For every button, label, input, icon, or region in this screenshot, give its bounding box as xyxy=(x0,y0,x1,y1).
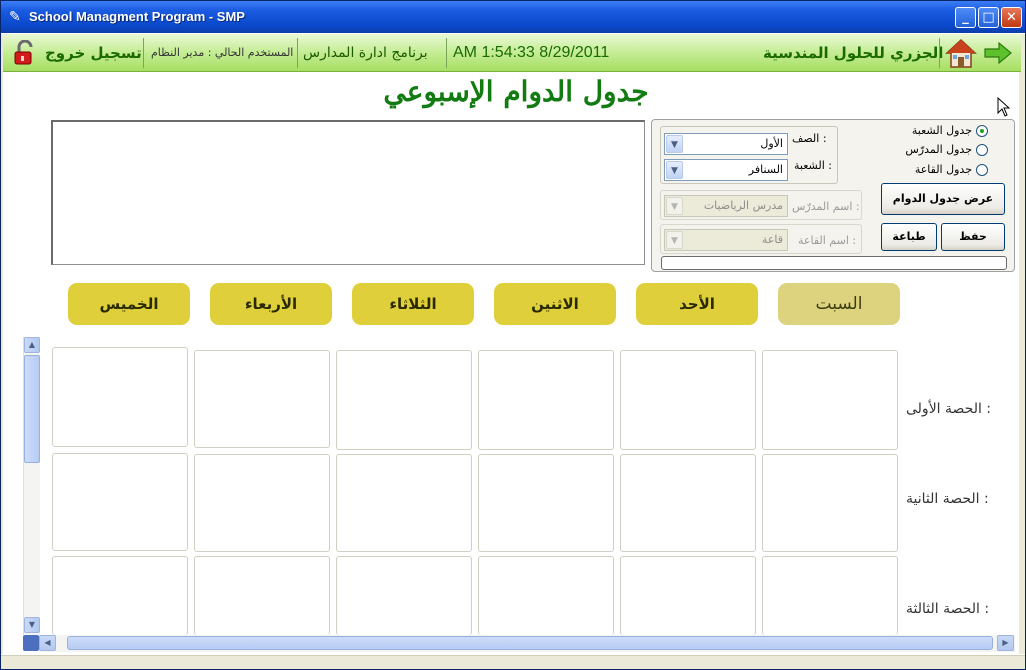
schedule-cell[interactable] xyxy=(762,350,898,450)
scroll-left-icon[interactable]: ◀ xyxy=(39,635,56,651)
show-schedule-button[interactable]: عرض جدول الدوام xyxy=(881,183,1005,215)
header-separator xyxy=(297,38,298,68)
header-separator xyxy=(446,38,447,68)
teacher-label: اسم المدرّس : xyxy=(792,200,860,213)
schedule-cell[interactable] xyxy=(478,350,614,450)
close-button[interactable]: ✕ xyxy=(1001,7,1022,28)
period-label-3: الحصة الثالثة : xyxy=(906,601,990,617)
scroll-right-icon[interactable]: ▶ xyxy=(997,635,1014,651)
horizontal-scroll-thumb[interactable] xyxy=(67,636,993,650)
header-bar: تسجيل خروج المستخدم الحالي : مدير النظام… xyxy=(3,34,1021,72)
schedule-cell[interactable] xyxy=(336,556,472,635)
logout-link[interactable]: تسجيل خروج xyxy=(45,34,142,72)
window-left-border xyxy=(1,34,3,654)
print-button[interactable]: طباعة xyxy=(881,223,937,251)
day-button-wednesday[interactable]: الأربعاء xyxy=(210,283,332,325)
schedule-cell[interactable] xyxy=(52,556,188,635)
program-name: برنامج ادارة المدارس xyxy=(303,45,428,61)
radio-label: جدول المدرّس xyxy=(905,143,972,156)
section-label: الشعبة : xyxy=(794,159,832,172)
radio-button[interactable] xyxy=(976,144,988,156)
company-name: الجزري للحلول المندسية xyxy=(763,44,944,62)
header-separator xyxy=(939,38,940,68)
radio-label: جدول الشعبة xyxy=(911,124,972,137)
grade-label: الصف : xyxy=(792,132,827,145)
maximize-button[interactable]: □ xyxy=(978,7,999,28)
schedule-cell[interactable] xyxy=(762,454,898,552)
day-button-thursday[interactable]: الخميس xyxy=(68,283,190,325)
arrow-right-icon[interactable] xyxy=(983,42,1013,64)
current-user-label: المستخدم الحالي : مدير النظام xyxy=(151,46,294,59)
window-bottom-border xyxy=(1,655,1025,669)
schedule-cell[interactable] xyxy=(336,454,472,552)
horizontal-scrollbar[interactable]: ◀ ▶ xyxy=(39,635,1015,652)
scrollbar-corner xyxy=(23,635,39,651)
radio-teacher-schedule[interactable]: جدول المدرّس xyxy=(904,143,988,157)
schedule-cell[interactable] xyxy=(194,454,330,552)
chevron-down-icon[interactable]: ▼ xyxy=(666,161,683,179)
schedule-cell[interactable] xyxy=(336,350,472,450)
window-title: School Managment Program - SMP xyxy=(29,9,245,24)
section-select[interactable]: ▼ السنافر xyxy=(664,159,788,181)
schedule-cell[interactable] xyxy=(620,454,756,552)
datetime-display: AM 1:54:33 8/29/2011 xyxy=(453,44,610,61)
chevron-down-icon[interactable]: ▼ xyxy=(666,231,683,249)
day-button-sunday[interactable]: الأحد xyxy=(636,283,758,325)
schedule-cell[interactable] xyxy=(194,556,330,635)
radio-checked-dot xyxy=(980,129,984,133)
save-button[interactable]: حفظ xyxy=(941,223,1005,251)
day-button-tuesday[interactable]: الثلاثاء xyxy=(352,283,474,325)
teacher-select[interactable]: ▼ مدرس الرياضيات xyxy=(664,195,788,217)
radio-button[interactable] xyxy=(976,125,988,137)
app-window: ✎ School Managment Program - SMP _ □ ✕ ت… xyxy=(0,0,1026,670)
minimize-button[interactable]: _ xyxy=(955,7,976,28)
schedule-cell[interactable] xyxy=(478,454,614,552)
period-label-2: الحصة الثانية : xyxy=(906,491,989,507)
radio-room-schedule[interactable]: جدول القاعة xyxy=(904,163,988,177)
grade-value: الأول xyxy=(760,137,783,150)
schedule-cell[interactable] xyxy=(52,347,188,447)
room-select[interactable]: ▼ قاعة xyxy=(664,229,788,251)
schedule-options-panel: جدول الشعبة جدول المدرّس جدول القاعة الص… xyxy=(651,119,1015,272)
schedule-cell[interactable] xyxy=(620,350,756,450)
window-right-border xyxy=(1019,34,1025,654)
room-value: قاعة xyxy=(761,233,783,246)
vertical-scroll-thumb[interactable] xyxy=(24,355,40,463)
radio-section-schedule[interactable]: جدول الشعبة xyxy=(904,124,988,138)
day-button-saturday[interactable]: السبت xyxy=(778,283,900,325)
schedule-cell[interactable] xyxy=(478,556,614,635)
schedule-cell[interactable] xyxy=(620,556,756,635)
title-bar[interactable]: ✎ School Managment Program - SMP _ □ ✕ xyxy=(1,1,1025,33)
mouse-cursor-icon xyxy=(997,97,1011,117)
app-icon: ✎ xyxy=(9,9,21,25)
schedule-cell[interactable] xyxy=(52,453,188,551)
chevron-down-icon[interactable]: ▼ xyxy=(666,135,683,153)
teacher-value: مدرس الرياضيات xyxy=(703,199,783,212)
chevron-down-icon[interactable]: ▼ xyxy=(666,197,683,215)
lock-icon[interactable] xyxy=(13,40,37,66)
vertical-scrollbar[interactable]: ▲ ▼ xyxy=(23,337,40,635)
schedule-cell[interactable] xyxy=(194,350,330,448)
period-label-1: الحصة الأولى : xyxy=(906,401,992,417)
scroll-up-icon[interactable]: ▲ xyxy=(24,337,40,353)
schedule-notes-area[interactable] xyxy=(51,120,645,265)
progress-bar xyxy=(661,256,1007,270)
radio-button[interactable] xyxy=(976,164,988,176)
section-value: السنافر xyxy=(748,163,783,176)
schedule-cell[interactable] xyxy=(762,556,898,635)
room-label: اسم القاعة : xyxy=(798,234,857,247)
day-button-monday[interactable]: الاثنين xyxy=(494,283,616,325)
scroll-down-icon[interactable]: ▼ xyxy=(24,617,40,633)
radio-label: جدول القاعة xyxy=(914,163,972,176)
page-title: جدول الدوام الإسبوعي xyxy=(383,75,649,108)
header-separator xyxy=(143,38,144,68)
home-icon[interactable] xyxy=(945,37,977,69)
grade-select[interactable]: ▼ الأول xyxy=(664,133,788,155)
